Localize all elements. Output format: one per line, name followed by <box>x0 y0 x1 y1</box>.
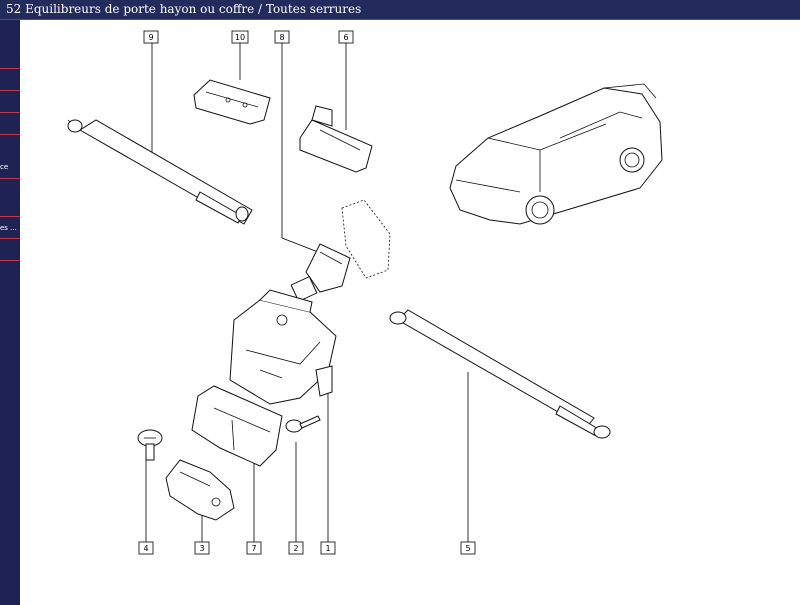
callout-5: 5 <box>460 541 476 555</box>
parts-diagram: 9 10 8 6 4 3 7 2 1 5 <box>67 30 663 555</box>
callout-8: 8 <box>274 30 290 44</box>
callout-8-label: 8 <box>279 33 284 42</box>
bolt-4 <box>137 429 163 461</box>
sidebar-item-1[interactable] <box>0 68 20 69</box>
sidebar-item-3[interactable] <box>0 112 20 113</box>
gas-strut-5 <box>389 309 611 439</box>
callout-7: 7 <box>246 541 262 555</box>
sidebar-item-2[interactable] <box>0 90 20 91</box>
callout-7-label: 7 <box>251 544 256 553</box>
callout-6: 6 <box>338 30 354 44</box>
sidebar-item-8[interactable] <box>0 260 20 261</box>
lock-cylinder-8 <box>290 199 391 303</box>
lamp-unit-10 <box>193 79 271 125</box>
callout-9: 9 <box>143 30 159 44</box>
sidebar-item-4[interactable] <box>0 134 20 135</box>
callout-1: 1 <box>320 541 336 555</box>
callout-10: 10 <box>231 30 249 44</box>
sidebar-item-label-5[interactable]: ce <box>0 163 20 171</box>
sidebar-item-6[interactable] <box>0 216 20 217</box>
window-title: 52 Equilibreurs de porte hayon ou coffre… <box>6 2 362 16</box>
sidebar-item-7[interactable] <box>0 238 20 239</box>
callout-6-label: 6 <box>343 33 348 42</box>
callout-9-label: 9 <box>148 33 153 42</box>
callout-2-label: 2 <box>293 544 298 553</box>
window-title-bar: 52 Equilibreurs de porte hayon ou coffre… <box>0 0 800 20</box>
sidebar-item-5[interactable] <box>0 178 20 179</box>
gas-strut-9 <box>67 119 253 225</box>
callout-2: 2 <box>288 541 304 555</box>
callout-1-label: 1 <box>325 544 330 553</box>
callout-4: 4 <box>138 541 154 555</box>
callout-10-label: 10 <box>235 33 245 42</box>
screw-2 <box>285 415 321 433</box>
lock-mechanism-1 <box>229 289 337 405</box>
callout-5-label: 5 <box>465 544 470 553</box>
callout-3-label: 3 <box>199 544 204 553</box>
switch-housing-6 <box>299 105 373 173</box>
sidebar-nav: ce es ... <box>0 20 20 605</box>
sidebar-item-label-7[interactable]: es ... <box>0 224 20 232</box>
callout-4-label: 4 <box>143 544 148 553</box>
car-illustration <box>449 83 663 225</box>
bracket-3 <box>165 459 235 521</box>
callout-3: 3 <box>194 541 210 555</box>
